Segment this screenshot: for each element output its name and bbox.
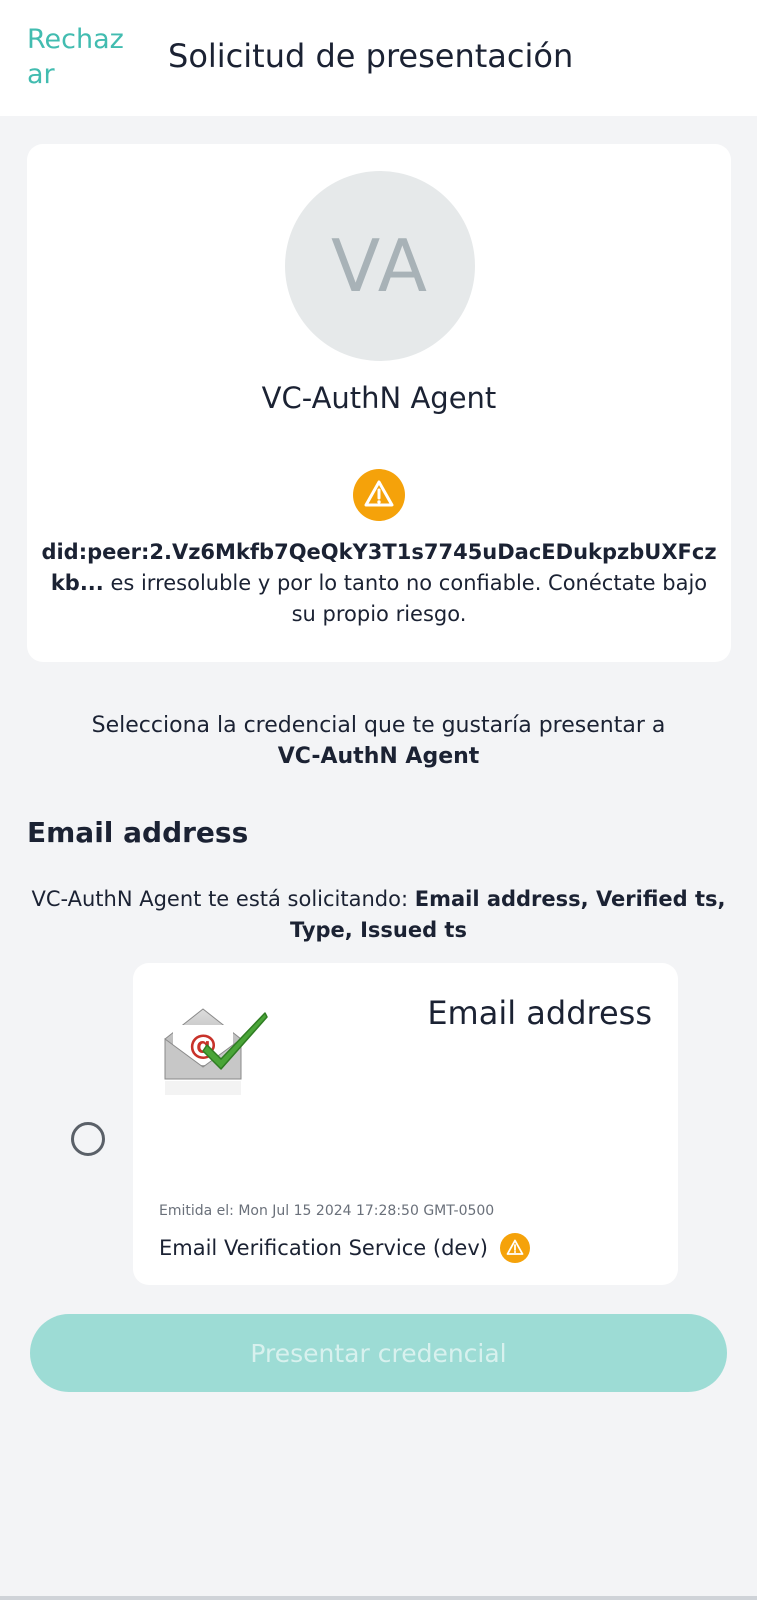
did-warning-message: es irresoluble y por lo tanto no confiab… [103,571,708,626]
did-warning-text: did:peer:2.Vz6Mkfb7QeQkY3T1s7745uDacEDuk… [37,537,721,630]
warning-icon [353,469,405,521]
section-title: Email address [27,816,249,849]
selection-prompt-text: Selecciona la credencial que te gustaría… [91,713,666,738]
credential-card[interactable]: @ Email address Emitida el: Mon Jul 15 2… [133,963,678,1285]
request-description: VC-AuthN Agent te está solicitando: Emai… [20,884,737,946]
avatar: VA [285,171,475,361]
selection-prompt: Selecciona la credencial que te gustaría… [30,710,727,772]
issuer-name: Email Verification Service (dev) [159,1236,488,1260]
reject-button[interactable]: Rechazar [27,22,137,92]
credential-name: Email address [427,994,652,1032]
selection-agent-name: VC-AuthN Agent [277,744,480,769]
issuer-warning-icon [499,1233,530,1263]
credential-radio[interactable] [71,1122,105,1156]
issued-date: Emitida el: Mon Jul 15 2024 17:28:50 GMT… [159,1203,495,1219]
page-title: Solicitud de presentación [168,37,574,75]
present-credential-button[interactable]: Presentar credencial [30,1314,727,1392]
request-prefix: VC-AuthN Agent te está solicitando: [31,887,415,911]
bottom-divider [0,1596,757,1600]
agent-card: VA VC-AuthN Agent did:peer:2.Vz6Mkfb7QeQ… [27,144,731,662]
issuer-row: Email Verification Service (dev) [159,1233,530,1263]
header: Rechazar Solicitud de presentación [0,0,757,116]
email-verified-icon: @ [164,1008,268,1095]
agent-name: VC-AuthN Agent [261,381,497,415]
